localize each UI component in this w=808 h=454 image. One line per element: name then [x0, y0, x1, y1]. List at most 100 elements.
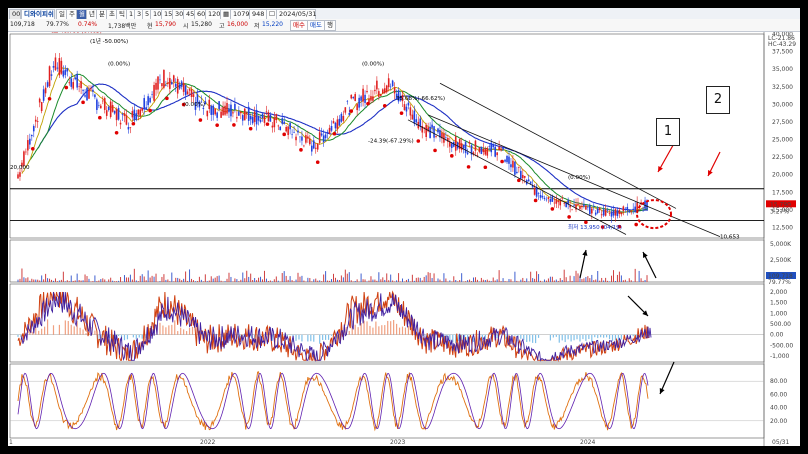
volume-bar: [575, 270, 577, 282]
annotation-low: 최저 13,950 (04/19): [568, 223, 622, 231]
volume-bar: [368, 280, 370, 282]
volume-bar: [200, 279, 202, 282]
candle-body: [80, 81, 82, 89]
candle-body: [42, 89, 45, 101]
volume-bar: [380, 279, 382, 282]
volume-bar: [421, 280, 423, 282]
volume-bar: [622, 280, 624, 282]
volume-bar: [331, 279, 333, 282]
candle-body: [279, 126, 282, 131]
candle-body: [180, 81, 183, 87]
macd-histogram-bar: [393, 320, 395, 335]
volume-bar: [303, 280, 305, 282]
sell-button[interactable]: 매도: [307, 20, 325, 31]
candle-body: [616, 210, 619, 217]
volume-bar: [133, 268, 135, 282]
volume-bar: [601, 277, 603, 282]
candle-body: [352, 96, 355, 99]
macd-histogram-bar: [591, 334, 593, 343]
candle-body: [94, 94, 96, 98]
stoch-tick-label: 80.00: [770, 378, 787, 385]
macd-histogram-bar: [330, 334, 333, 336]
signal-dot: [332, 131, 337, 136]
macd-histogram-bar: [404, 327, 407, 335]
signal-dot: [366, 101, 370, 106]
candle-body: [585, 205, 587, 210]
candle-body: [40, 102, 43, 112]
volume-bar: [41, 275, 43, 282]
candle-body: [407, 102, 410, 106]
candle-body: [96, 99, 98, 110]
candle-body: [232, 112, 234, 114]
candle-body: [38, 98, 41, 103]
macd-histogram-bar: [567, 334, 569, 340]
volume-bar: [315, 278, 317, 282]
candle-body: [145, 107, 147, 110]
candle-body: [48, 66, 51, 87]
candle-body: [484, 148, 487, 155]
volume-bar: [19, 278, 21, 282]
volume-bar: [204, 274, 206, 282]
volume-bar: [439, 279, 441, 282]
candle-body: [340, 113, 343, 122]
volume-bar: [165, 279, 167, 282]
candle-body: [498, 146, 500, 150]
volume-bar: [64, 281, 66, 282]
buy-button[interactable]: 매수: [290, 20, 308, 31]
volume-bar: [301, 275, 303, 282]
volume-bar: [630, 280, 632, 282]
volume-bar: [145, 280, 147, 282]
volume-bar: [56, 281, 58, 282]
candle-body: [90, 88, 92, 90]
price-tick-label: 32,500: [772, 84, 793, 91]
macd-histogram-bar: [177, 331, 179, 335]
macd-histogram-bar: [549, 334, 551, 341]
candle-body: [504, 159, 506, 162]
volume-bar: [244, 278, 246, 282]
volume-bar: [607, 280, 609, 282]
option-button[interactable]: 행: [324, 20, 336, 31]
volume-bar: [482, 279, 484, 282]
volume-bar: [581, 279, 583, 282]
volume-bar: [307, 277, 309, 282]
volume-bar: [597, 271, 599, 282]
candle-body: [265, 111, 268, 113]
volume-bar: [110, 277, 112, 282]
candle-body: [486, 148, 489, 156]
macd-histogram-bar: [363, 320, 365, 335]
macd-histogram-bar: [135, 334, 137, 340]
volume-bar: [332, 273, 334, 282]
candle-body: [74, 77, 76, 80]
candle-body: [293, 132, 295, 133]
volume-bar: [352, 281, 354, 282]
volume-bar: [382, 277, 384, 282]
volume-bar: [358, 281, 360, 282]
stock-chart[interactable]: 최고 40,700 (07/05) (1년 -50.00%) (0.00%) (0.0…: [8, 32, 800, 446]
volume-bar: [467, 280, 469, 282]
candle-body: [589, 204, 591, 215]
candle-body: [322, 135, 325, 142]
candle-body: [521, 174, 524, 179]
candle-body: [403, 104, 406, 111]
volume-bar: [490, 281, 492, 282]
volume-bar: [214, 277, 216, 282]
candle-body: [135, 113, 138, 120]
candle-body: [226, 102, 228, 114]
macd-histogram-bar: [141, 334, 143, 339]
volume-bar: [350, 280, 352, 282]
macd-histogram-bar: [180, 327, 182, 335]
volume-bar: [561, 279, 563, 282]
volume-bar: [37, 279, 39, 282]
candle-body: [151, 94, 153, 95]
volume-bar: [175, 277, 177, 282]
candle-body: [147, 96, 149, 106]
candle-body: [383, 88, 386, 94]
macd-histogram-bar: [191, 326, 194, 335]
candle-body: [596, 208, 599, 214]
candle-body: [628, 210, 631, 213]
volume-bar: [538, 274, 540, 282]
macd-histogram-bar: [520, 334, 522, 339]
volume-bar: [429, 272, 431, 282]
candle-body: [451, 143, 453, 149]
macd-histogram-bar: [375, 321, 377, 335]
